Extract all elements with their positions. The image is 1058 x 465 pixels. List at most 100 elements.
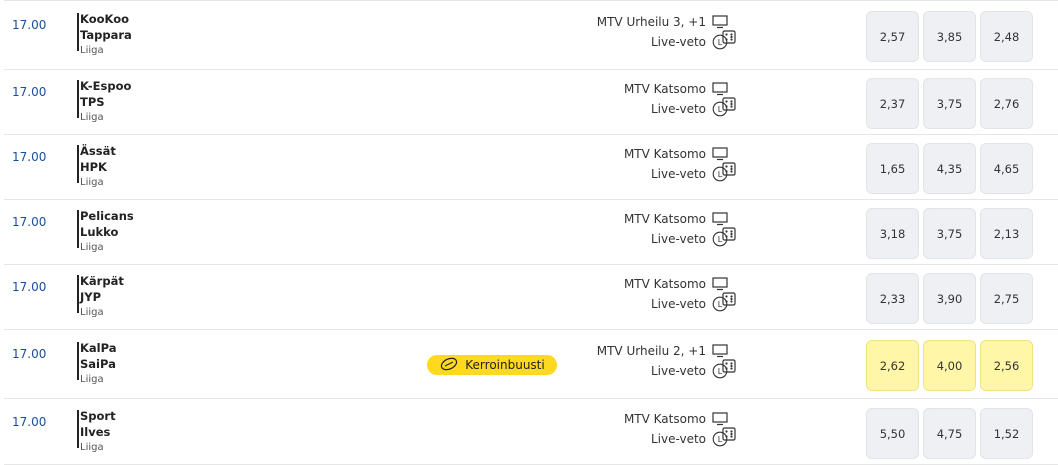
away-team: SaiPa	[80, 357, 116, 371]
boost-icon	[439, 357, 459, 374]
dice-icon[interactable]	[722, 426, 736, 441]
tv-icon	[712, 15, 728, 29]
match-row[interactable]: 17.00 Ässät HPK Liiga MTV Katsomo Live-v…	[4, 134, 1058, 199]
match-time: 17.00	[12, 150, 47, 164]
odds-button[interactable]: 5,50	[866, 408, 919, 459]
match-time: 17.00	[12, 85, 47, 99]
live-bet-label: Live-veto	[650, 232, 706, 246]
dice-icon[interactable]	[722, 226, 736, 241]
home-team: KalPa	[80, 341, 117, 355]
league-name: Liiga	[80, 242, 104, 253]
match-time: 17.00	[12, 18, 47, 32]
away-team: Lukko	[80, 225, 119, 239]
league-name: Liiga	[80, 112, 104, 123]
league-name: Liiga	[80, 374, 104, 385]
odds-button[interactable]: 2,62	[866, 340, 919, 391]
match-teams[interactable]: KalPa SaiPa Liiga	[80, 340, 117, 387]
tv-icon	[712, 412, 728, 426]
team-divider	[77, 210, 79, 248]
match-time: 17.00	[12, 215, 47, 229]
live-bet-label: Live-veto	[650, 364, 706, 378]
channel-name: MTV Urheilu 2, +1	[596, 344, 706, 358]
away-team: JYP	[80, 290, 102, 304]
match-teams[interactable]: Pelicans Lukko Liiga	[80, 208, 134, 255]
match-time: 17.00	[12, 415, 47, 429]
odds-button[interactable]: 4,35	[923, 143, 976, 194]
odds-button[interactable]: 4,75	[923, 408, 976, 459]
dice-icon[interactable]	[722, 29, 736, 44]
channel-name: MTV Katsomo	[623, 82, 706, 96]
dice-icon[interactable]	[722, 291, 736, 306]
tv-icon	[712, 344, 728, 358]
odds-button[interactable]: 2,76	[980, 78, 1033, 129]
broadcast-info: MTV Katsomo Live-veto L	[624, 144, 728, 184]
boost-label: Kerroinbuusti	[465, 358, 545, 372]
league-name: Liiga	[80, 45, 104, 56]
odds-button[interactable]: 4,65	[980, 143, 1033, 194]
match-row[interactable]: 17.00 KalPa SaiPa Liiga Kerroinbuusti MT…	[4, 329, 1058, 398]
away-team: Ilves	[80, 425, 111, 439]
odds-button[interactable]: 2,37	[866, 78, 919, 129]
odds-button[interactable]: 1,65	[866, 143, 919, 194]
league-name: Liiga	[80, 442, 104, 453]
odds-button[interactable]: 3,85	[923, 11, 976, 62]
match-row[interactable]: 17.00 Sport Ilves Liiga MTV Katsomo Live…	[4, 398, 1058, 465]
odds-group: 5,50 4,75 1,52	[866, 408, 1033, 459]
broadcast-info: MTV Urheilu 3, +1 Live-veto L	[597, 12, 728, 52]
odds-button[interactable]: 2,57	[866, 11, 919, 62]
match-time: 17.00	[12, 280, 47, 294]
odds-button[interactable]: 2,75	[980, 273, 1033, 324]
home-team: Ässät	[80, 144, 116, 158]
away-team: TPS	[80, 95, 105, 109]
broadcast-info: MTV Katsomo Live-veto L	[624, 409, 728, 449]
channel-name: MTV Katsomo	[623, 412, 706, 426]
match-row[interactable]: 17.00 KooKoo Tappara Liiga MTV Urheilu 3…	[4, 0, 1058, 69]
match-row[interactable]: 17.00 Kärpät JYP Liiga MTV Katsomo Live-…	[4, 264, 1058, 329]
home-team: K-Espoo	[80, 79, 132, 93]
odds-group: 2,33 3,90 2,75	[866, 273, 1033, 324]
channel-name: MTV Katsomo	[623, 277, 706, 291]
away-team: Tappara	[80, 28, 132, 42]
odds-button[interactable]: 2,56	[980, 340, 1033, 391]
home-team: Kärpät	[80, 274, 124, 288]
channel-name: MTV Katsomo	[623, 212, 706, 226]
league-name: Liiga	[80, 177, 104, 188]
odds-group: 1,65 4,35 4,65	[866, 143, 1033, 194]
match-row[interactable]: 17.00 Pelicans Lukko Liiga MTV Katsomo L…	[4, 199, 1058, 264]
team-divider	[77, 275, 79, 313]
channel-name: MTV Katsomo	[623, 147, 706, 161]
odds-button[interactable]: 3,75	[923, 208, 976, 259]
match-teams[interactable]: KooKoo Tappara Liiga	[80, 11, 132, 58]
dice-icon[interactable]	[722, 161, 736, 176]
tv-icon	[712, 277, 728, 291]
match-teams[interactable]: Kärpät JYP Liiga	[80, 273, 124, 320]
home-team: KooKoo	[80, 12, 130, 26]
odds-group: 2,57 3,85 2,48	[866, 11, 1033, 62]
odds-button[interactable]: 3,75	[923, 78, 976, 129]
boost-badge[interactable]: Kerroinbuusti	[427, 355, 557, 375]
odds-button[interactable]: 2,13	[980, 208, 1033, 259]
odds-button[interactable]: 4,00	[923, 340, 976, 391]
tv-icon	[712, 82, 728, 96]
match-teams[interactable]: Sport Ilves Liiga	[80, 408, 116, 455]
live-bet-label: Live-veto	[650, 167, 706, 181]
broadcast-info: MTV Katsomo Live-veto L	[624, 274, 728, 314]
odds-button[interactable]: 1,52	[980, 408, 1033, 459]
odds-button[interactable]: 2,48	[980, 11, 1033, 62]
tv-icon	[712, 212, 728, 226]
match-teams[interactable]: Ässät HPK Liiga	[80, 143, 116, 190]
odds-button[interactable]: 2,33	[866, 273, 919, 324]
home-team: Pelicans	[80, 209, 134, 223]
team-divider	[77, 13, 79, 51]
odds-button[interactable]: 3,90	[923, 273, 976, 324]
match-row[interactable]: 17.00 K-Espoo TPS Liiga MTV Katsomo Live…	[4, 69, 1058, 134]
odds-group: 2,37 3,75 2,76	[866, 78, 1033, 129]
dice-icon[interactable]	[722, 96, 736, 111]
team-divider	[77, 410, 79, 448]
team-divider	[77, 145, 79, 183]
odds-button[interactable]: 3,18	[866, 208, 919, 259]
dice-icon[interactable]	[722, 358, 736, 373]
home-team: Sport	[80, 409, 116, 423]
team-divider	[77, 80, 79, 118]
match-teams[interactable]: K-Espoo TPS Liiga	[80, 78, 131, 125]
